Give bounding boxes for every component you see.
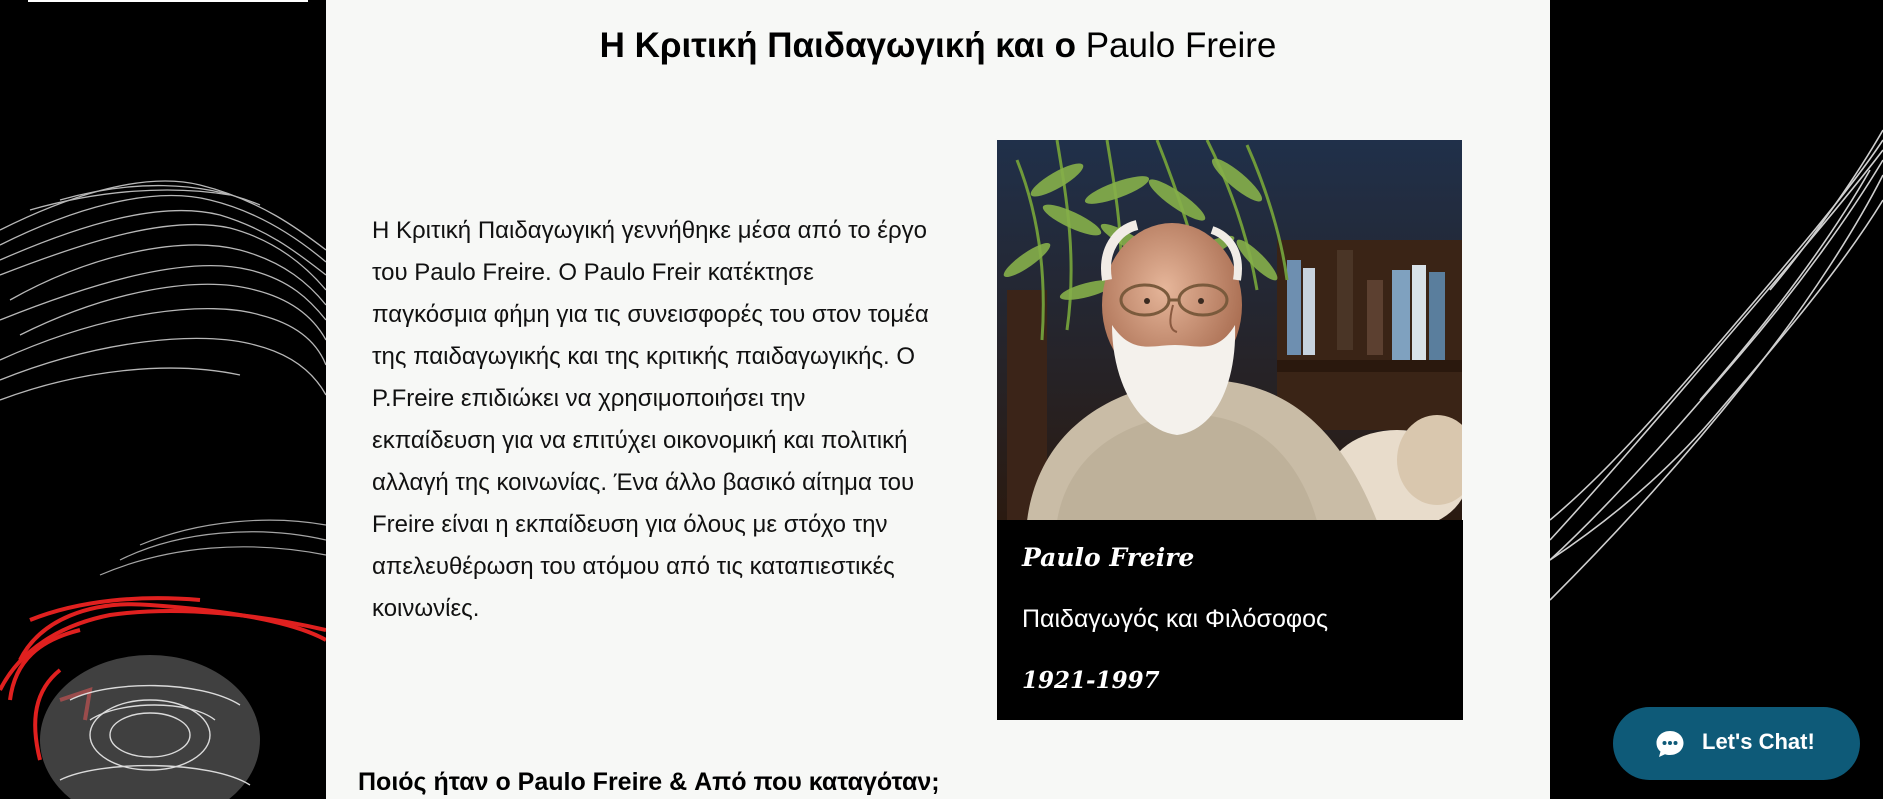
page-title-rest: Paulo Freire (1076, 26, 1277, 65)
page-title: Η Κριτική Παιδαγωγική και ο Paulo Freire (326, 26, 1550, 66)
profile-name: Paulo Freire (1022, 543, 1195, 572)
content-panel: Η Κριτική Παιδαγωγική και ο Paulo Freire… (326, 0, 1550, 799)
portrait-illustration (997, 140, 1462, 521)
profile-caption: Paulo Freire Παιδαγωγός και Φιλόσοφος 19… (997, 520, 1463, 720)
left-decorative-scribble (0, 0, 326, 799)
top-divider-line (28, 0, 308, 2)
intro-paragraph: Η Κριτική Παιδαγωγική γεννήθηκε μέσα από… (372, 217, 929, 622)
page-title-bold: Η Κριτική Παιδαγωγική και ο (599, 26, 1077, 65)
lets-chat-label: Let's Chat! (1702, 729, 1815, 754)
chat-bubble-icon (1656, 731, 1684, 757)
profile-card: Paulo Freire Παιδαγωγός και Φιλόσοφος 19… (997, 140, 1463, 720)
page: Η Κριτική Παιδαγωγική και ο Paulo Freire… (0, 0, 1883, 799)
section-heading: Ποιός ήταν ο Paulo Freire & Από που κατα… (358, 768, 940, 796)
profile-role: Παιδαγωγός και Φιλόσοφος (1022, 605, 1329, 633)
right-decorative-scribble (1550, 0, 1883, 799)
lets-chat-button[interactable]: Let's Chat! (1613, 707, 1860, 780)
portrait-photo (997, 140, 1462, 521)
profile-years: 1921-1997 (1022, 667, 1160, 694)
